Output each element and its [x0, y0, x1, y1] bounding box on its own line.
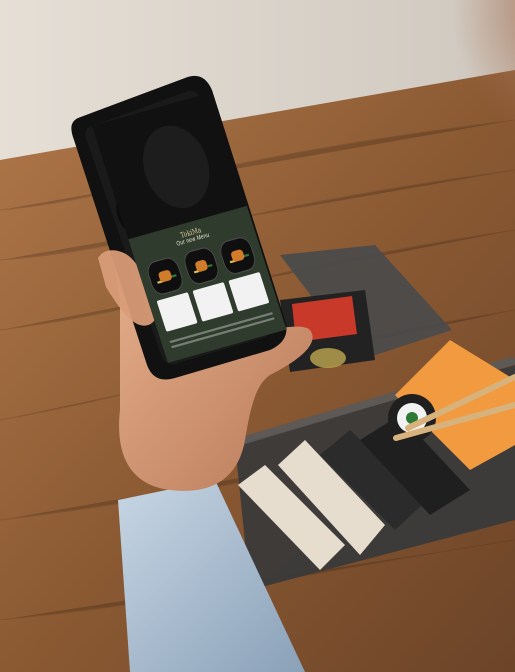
photo-scene: [0, 0, 515, 672]
wasabi-ginger: [310, 348, 346, 368]
